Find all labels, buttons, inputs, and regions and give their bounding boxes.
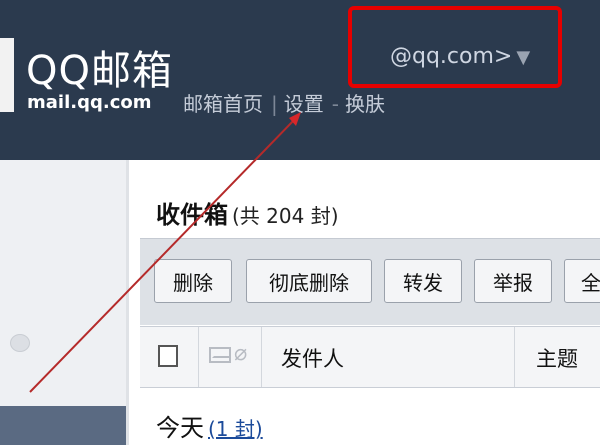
annotation-arrow-line [29, 117, 297, 393]
annotation-arrow [29, 112, 301, 393]
